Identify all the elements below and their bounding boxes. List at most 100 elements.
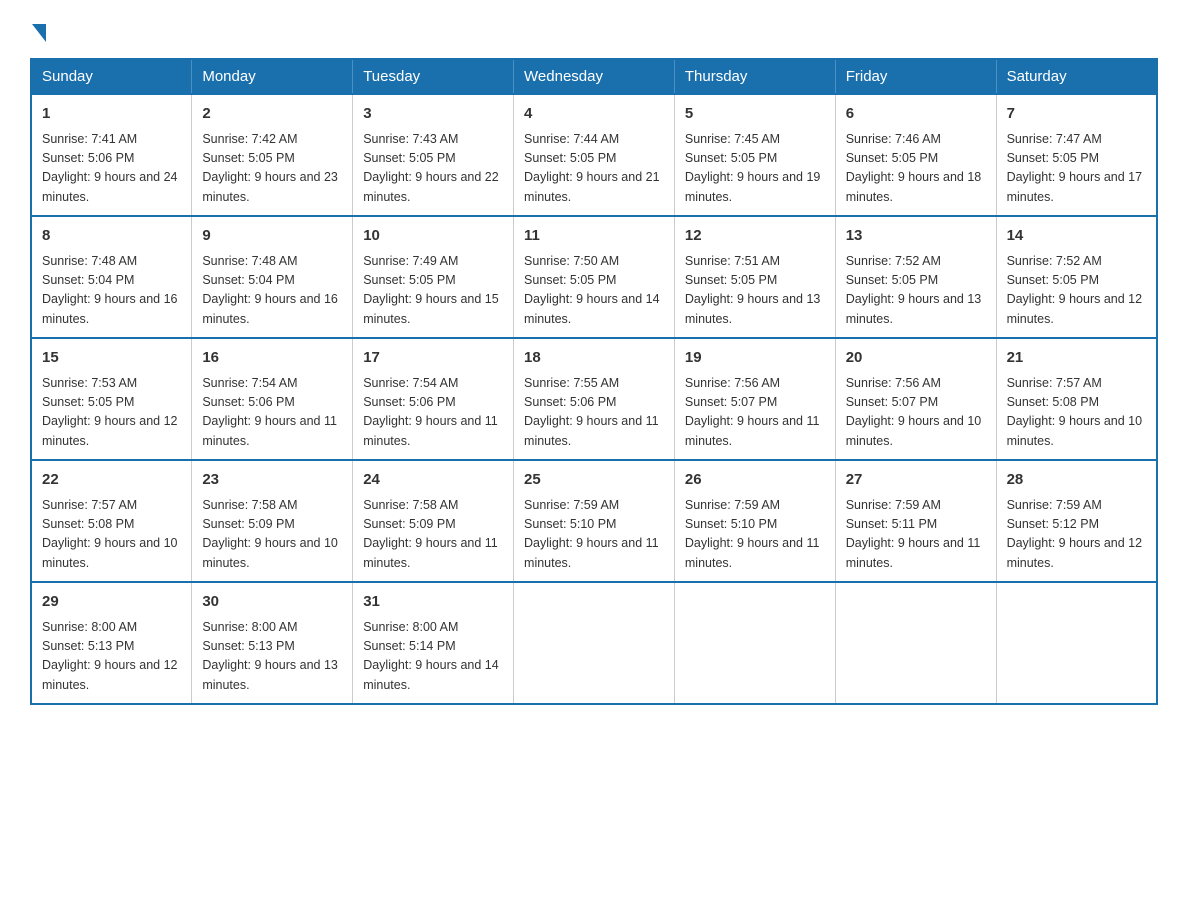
calendar-cell: 21 Sunrise: 7:57 AM Sunset: 5:08 PM Dayl… (996, 338, 1157, 460)
calendar-cell (514, 582, 675, 704)
day-number: 4 (524, 103, 664, 126)
day-number: 19 (685, 347, 825, 370)
calendar-cell (674, 582, 835, 704)
day-info: Sunrise: 7:54 AM Sunset: 5:06 PM Dayligh… (363, 374, 503, 452)
calendar-cell: 9 Sunrise: 7:48 AM Sunset: 5:04 PM Dayli… (192, 216, 353, 338)
logo-triangle-icon (32, 24, 46, 42)
calendar-cell: 3 Sunrise: 7:43 AM Sunset: 5:05 PM Dayli… (353, 94, 514, 216)
calendar-cell: 5 Sunrise: 7:45 AM Sunset: 5:05 PM Dayli… (674, 94, 835, 216)
day-number: 23 (202, 469, 342, 492)
day-info: Sunrise: 7:57 AM Sunset: 5:08 PM Dayligh… (1007, 374, 1146, 452)
day-info: Sunrise: 7:58 AM Sunset: 5:09 PM Dayligh… (363, 496, 503, 574)
day-number: 21 (1007, 347, 1146, 370)
day-info: Sunrise: 7:58 AM Sunset: 5:09 PM Dayligh… (202, 496, 342, 574)
calendar-cell (835, 582, 996, 704)
calendar-cell: 16 Sunrise: 7:54 AM Sunset: 5:06 PM Dayl… (192, 338, 353, 460)
day-info: Sunrise: 7:57 AM Sunset: 5:08 PM Dayligh… (42, 496, 181, 574)
calendar-header-monday: Monday (192, 59, 353, 94)
day-info: Sunrise: 7:49 AM Sunset: 5:05 PM Dayligh… (363, 252, 503, 330)
day-number: 2 (202, 103, 342, 126)
day-info: Sunrise: 7:51 AM Sunset: 5:05 PM Dayligh… (685, 252, 825, 330)
calendar-table: SundayMondayTuesdayWednesdayThursdayFrid… (30, 58, 1158, 705)
calendar-cell: 12 Sunrise: 7:51 AM Sunset: 5:05 PM Dayl… (674, 216, 835, 338)
day-number: 28 (1007, 469, 1146, 492)
day-info: Sunrise: 7:56 AM Sunset: 5:07 PM Dayligh… (685, 374, 825, 452)
calendar-cell: 31 Sunrise: 8:00 AM Sunset: 5:14 PM Dayl… (353, 582, 514, 704)
day-info: Sunrise: 7:56 AM Sunset: 5:07 PM Dayligh… (846, 374, 986, 452)
day-number: 26 (685, 469, 825, 492)
day-info: Sunrise: 7:47 AM Sunset: 5:05 PM Dayligh… (1007, 130, 1146, 208)
day-info: Sunrise: 7:44 AM Sunset: 5:05 PM Dayligh… (524, 130, 664, 208)
calendar-header-tuesday: Tuesday (353, 59, 514, 94)
calendar-cell: 14 Sunrise: 7:52 AM Sunset: 5:05 PM Dayl… (996, 216, 1157, 338)
day-info: Sunrise: 8:00 AM Sunset: 5:14 PM Dayligh… (363, 618, 503, 696)
calendar-week-row: 1 Sunrise: 7:41 AM Sunset: 5:06 PM Dayli… (31, 94, 1157, 216)
day-number: 13 (846, 225, 986, 248)
day-number: 7 (1007, 103, 1146, 126)
day-info: Sunrise: 7:41 AM Sunset: 5:06 PM Dayligh… (42, 130, 181, 208)
day-number: 24 (363, 469, 503, 492)
calendar-cell: 13 Sunrise: 7:52 AM Sunset: 5:05 PM Dayl… (835, 216, 996, 338)
day-info: Sunrise: 7:59 AM Sunset: 5:11 PM Dayligh… (846, 496, 986, 574)
day-info: Sunrise: 7:53 AM Sunset: 5:05 PM Dayligh… (42, 374, 181, 452)
day-number: 30 (202, 591, 342, 614)
day-number: 31 (363, 591, 503, 614)
calendar-cell (996, 582, 1157, 704)
calendar-header-row: SundayMondayTuesdayWednesdayThursdayFrid… (31, 59, 1157, 94)
day-info: Sunrise: 7:43 AM Sunset: 5:05 PM Dayligh… (363, 130, 503, 208)
day-number: 11 (524, 225, 664, 248)
day-number: 12 (685, 225, 825, 248)
day-info: Sunrise: 7:45 AM Sunset: 5:05 PM Dayligh… (685, 130, 825, 208)
day-info: Sunrise: 7:50 AM Sunset: 5:05 PM Dayligh… (524, 252, 664, 330)
day-number: 17 (363, 347, 503, 370)
day-number: 8 (42, 225, 181, 248)
day-number: 10 (363, 225, 503, 248)
day-info: Sunrise: 7:46 AM Sunset: 5:05 PM Dayligh… (846, 130, 986, 208)
day-info: Sunrise: 7:48 AM Sunset: 5:04 PM Dayligh… (42, 252, 181, 330)
day-info: Sunrise: 8:00 AM Sunset: 5:13 PM Dayligh… (202, 618, 342, 696)
day-info: Sunrise: 8:00 AM Sunset: 5:13 PM Dayligh… (42, 618, 181, 696)
day-info: Sunrise: 7:54 AM Sunset: 5:06 PM Dayligh… (202, 374, 342, 452)
calendar-cell: 23 Sunrise: 7:58 AM Sunset: 5:09 PM Dayl… (192, 460, 353, 582)
calendar-cell: 11 Sunrise: 7:50 AM Sunset: 5:05 PM Dayl… (514, 216, 675, 338)
calendar-week-row: 15 Sunrise: 7:53 AM Sunset: 5:05 PM Dayl… (31, 338, 1157, 460)
day-info: Sunrise: 7:48 AM Sunset: 5:04 PM Dayligh… (202, 252, 342, 330)
day-number: 25 (524, 469, 664, 492)
day-number: 14 (1007, 225, 1146, 248)
day-info: Sunrise: 7:52 AM Sunset: 5:05 PM Dayligh… (846, 252, 986, 330)
calendar-cell: 29 Sunrise: 8:00 AM Sunset: 5:13 PM Dayl… (31, 582, 192, 704)
calendar-cell: 8 Sunrise: 7:48 AM Sunset: 5:04 PM Dayli… (31, 216, 192, 338)
calendar-header-saturday: Saturday (996, 59, 1157, 94)
calendar-cell: 15 Sunrise: 7:53 AM Sunset: 5:05 PM Dayl… (31, 338, 192, 460)
calendar-cell: 22 Sunrise: 7:57 AM Sunset: 5:08 PM Dayl… (31, 460, 192, 582)
calendar-cell: 20 Sunrise: 7:56 AM Sunset: 5:07 PM Dayl… (835, 338, 996, 460)
day-number: 3 (363, 103, 503, 126)
day-number: 9 (202, 225, 342, 248)
day-number: 22 (42, 469, 181, 492)
calendar-cell: 18 Sunrise: 7:55 AM Sunset: 5:06 PM Dayl… (514, 338, 675, 460)
day-number: 6 (846, 103, 986, 126)
day-number: 18 (524, 347, 664, 370)
day-number: 27 (846, 469, 986, 492)
calendar-week-row: 29 Sunrise: 8:00 AM Sunset: 5:13 PM Dayl… (31, 582, 1157, 704)
day-number: 1 (42, 103, 181, 126)
logo (30, 20, 46, 38)
day-number: 16 (202, 347, 342, 370)
day-info: Sunrise: 7:52 AM Sunset: 5:05 PM Dayligh… (1007, 252, 1146, 330)
calendar-cell: 28 Sunrise: 7:59 AM Sunset: 5:12 PM Dayl… (996, 460, 1157, 582)
page-header (30, 20, 1158, 38)
calendar-cell: 17 Sunrise: 7:54 AM Sunset: 5:06 PM Dayl… (353, 338, 514, 460)
calendar-cell: 24 Sunrise: 7:58 AM Sunset: 5:09 PM Dayl… (353, 460, 514, 582)
calendar-cell: 26 Sunrise: 7:59 AM Sunset: 5:10 PM Dayl… (674, 460, 835, 582)
calendar-header-wednesday: Wednesday (514, 59, 675, 94)
calendar-cell: 27 Sunrise: 7:59 AM Sunset: 5:11 PM Dayl… (835, 460, 996, 582)
calendar-cell: 25 Sunrise: 7:59 AM Sunset: 5:10 PM Dayl… (514, 460, 675, 582)
calendar-header-thursday: Thursday (674, 59, 835, 94)
day-number: 15 (42, 347, 181, 370)
day-info: Sunrise: 7:59 AM Sunset: 5:12 PM Dayligh… (1007, 496, 1146, 574)
calendar-cell: 6 Sunrise: 7:46 AM Sunset: 5:05 PM Dayli… (835, 94, 996, 216)
day-number: 5 (685, 103, 825, 126)
calendar-cell: 7 Sunrise: 7:47 AM Sunset: 5:05 PM Dayli… (996, 94, 1157, 216)
day-info: Sunrise: 7:42 AM Sunset: 5:05 PM Dayligh… (202, 130, 342, 208)
day-info: Sunrise: 7:55 AM Sunset: 5:06 PM Dayligh… (524, 374, 664, 452)
